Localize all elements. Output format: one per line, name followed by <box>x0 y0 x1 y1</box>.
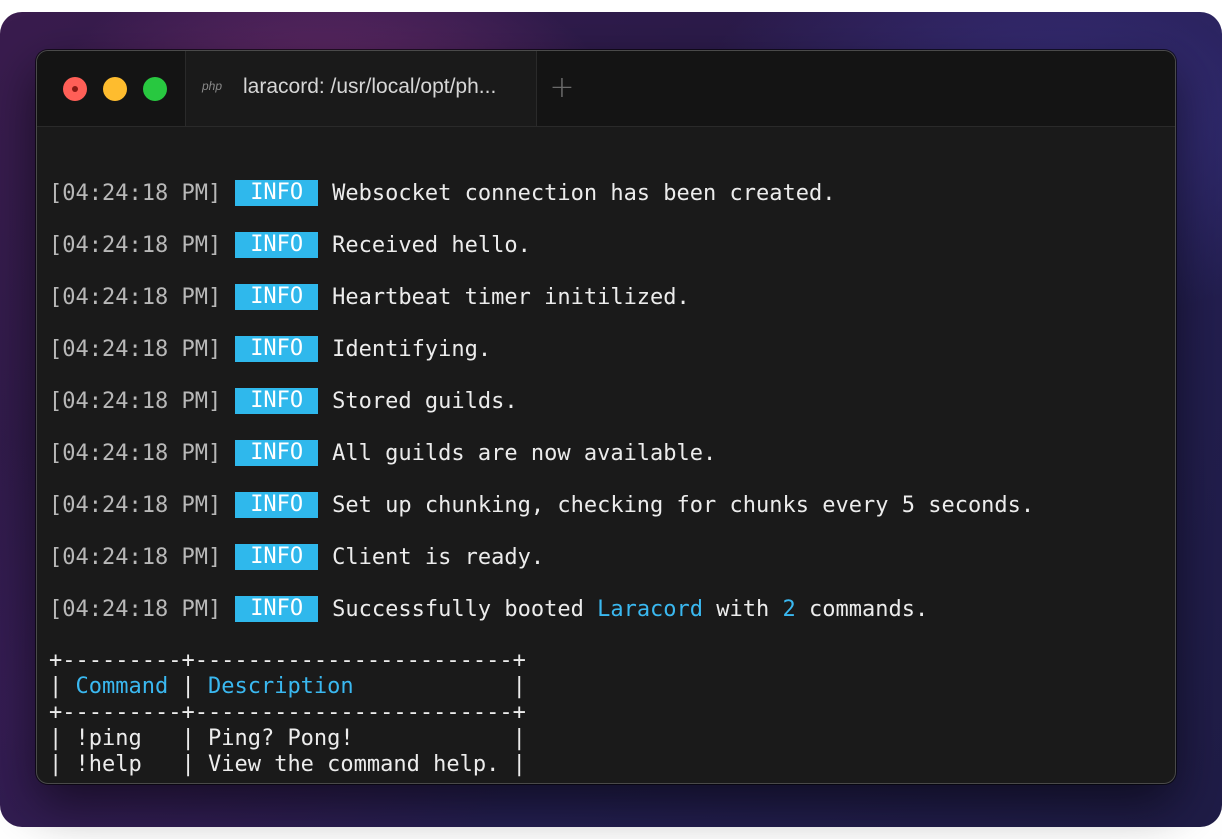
table-header-description: Description <box>207 674 354 699</box>
table-row: | !ping | Ping? Pong! | <box>49 726 526 751</box>
new-tab-button[interactable]: + <box>547 71 577 105</box>
table-row: | !help | View the command help. | <box>49 752 526 777</box>
boot-prefix: Successfully booted <box>332 597 598 622</box>
info-badge: INFO <box>235 544 319 570</box>
log-line: [04:24:18 PM] INFO Client is ready. <box>49 543 544 573</box>
log-message: Received hello. <box>332 233 531 258</box>
log-timestamp: [04:24:18 PM] <box>49 233 222 258</box>
log-message: Client is ready. <box>332 545 545 570</box>
log-message: All guilds are now available. <box>332 441 717 466</box>
log-timestamp: [04:24:18 PM] <box>49 285 222 310</box>
log-line: [04:24:18 PM] INFO Set up chunking, checki… <box>49 491 1034 521</box>
log-line: [04:24:18 PM] INFO All guilds are now avai… <box>49 439 716 469</box>
table-border-mid: +---------+------------------------+ <box>49 700 526 725</box>
command-name: !help <box>75 752 142 777</box>
log-message: Websocket connection has been created. <box>332 181 836 206</box>
command-description: View the command help. <box>207 752 500 777</box>
app-name: Laracord <box>597 597 704 622</box>
log-line: [04:24:18 PM] INFO Websocket connection ha… <box>49 179 836 209</box>
info-badge: INFO <box>235 440 319 466</box>
close-window-button[interactable] <box>63 77 87 101</box>
log-timestamp: [04:24:18 PM] <box>49 441 222 466</box>
info-badge: INFO <box>235 596 319 622</box>
log-line: [04:24:18 PM] INFO Received hello. <box>49 231 531 261</box>
log-line: [04:24:18 PM] INFO Heartbeat timer initili… <box>49 283 690 313</box>
minimize-window-button[interactable] <box>103 77 127 101</box>
table-border-bottom: +---------+------------------------+ <box>49 778 526 783</box>
log-line: [04:24:18 PM] INFO Identifying. <box>49 335 491 365</box>
title-bar: php laracord: /usr/local/opt/ph... + <box>37 51 1175 127</box>
info-badge: INFO <box>235 492 319 518</box>
log-timestamp: [04:24:18 PM] <box>49 597 222 622</box>
log-message: Stored guilds. <box>332 389 518 414</box>
terminal-output[interactable]: [04:24:18 PM] INFO Websocket connection ha… <box>49 127 1159 783</box>
info-badge: INFO <box>235 232 319 258</box>
table-header-command: Command <box>75 674 169 699</box>
maximize-window-button[interactable] <box>143 77 167 101</box>
log-timestamp: [04:24:18 PM] <box>49 389 222 414</box>
log-message: Identifying. <box>332 337 492 362</box>
table-border-top: +---------+------------------------+ <box>49 648 526 673</box>
boot-suffix: commands. <box>795 597 929 622</box>
log-message: Set up chunking, checking for chunks eve… <box>332 493 1035 518</box>
log-message: Heartbeat timer initilized. <box>332 285 690 310</box>
info-badge: INFO <box>235 388 319 414</box>
log-line: [04:24:18 PM] INFO Stored guilds. <box>49 387 518 417</box>
boot-middle: with <box>703 597 783 622</box>
log-timestamp: [04:24:18 PM] <box>49 181 222 206</box>
log-timestamp: [04:24:18 PM] <box>49 337 222 362</box>
command-count: 2 <box>782 597 796 622</box>
log-timestamp: [04:24:18 PM] <box>49 545 222 570</box>
command-description: Ping? Pong! <box>207 726 354 751</box>
info-badge: INFO <box>235 180 319 206</box>
tab-laracord[interactable]: php laracord: /usr/local/opt/ph... <box>185 51 537 126</box>
php-icon: php <box>202 79 223 93</box>
table-header-row: | Command | Description | <box>49 674 526 699</box>
info-badge: INFO <box>235 336 319 362</box>
tab-title: laracord: /usr/local/opt/ph... <box>243 75 497 98</box>
boot-log-line: [04:24:18 PM] INFO Successfully booted Lar… <box>49 595 928 625</box>
log-timestamp: [04:24:18 PM] <box>49 493 222 518</box>
terminal-window: php laracord: /usr/local/opt/ph... + [04… <box>36 50 1176 784</box>
info-badge: INFO <box>235 284 319 310</box>
command-name: !ping <box>75 726 142 751</box>
